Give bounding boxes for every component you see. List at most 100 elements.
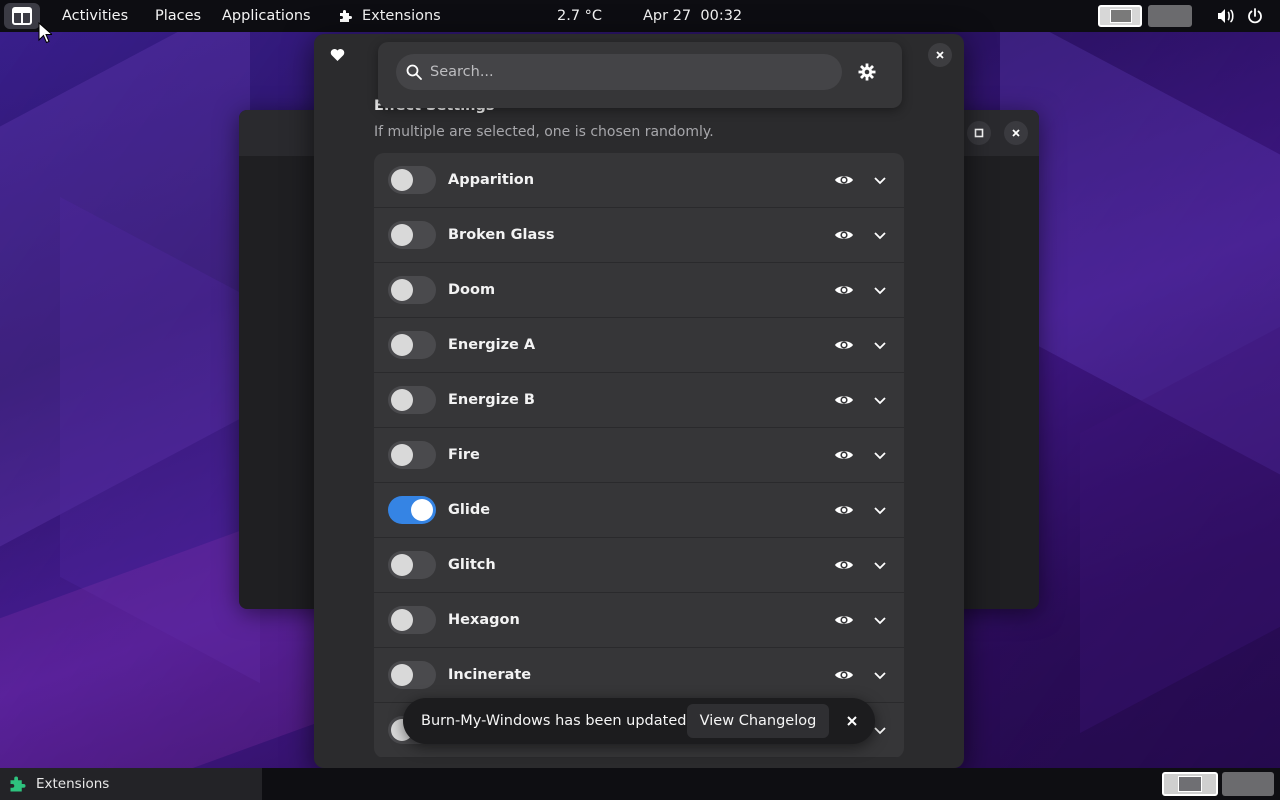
- view-changelog-button[interactable]: View Changelog: [687, 704, 829, 738]
- mouse-cursor-icon: [38, 22, 52, 44]
- effect-toggle[interactable]: [388, 496, 436, 524]
- taskbar-item-extensions[interactable]: Extensions: [0, 768, 262, 800]
- effect-toggle[interactable]: [388, 606, 436, 634]
- effect-row[interactable]: Energize A: [374, 318, 904, 373]
- eye-icon[interactable]: [834, 665, 854, 685]
- effect-label: Incinerate: [448, 667, 532, 683]
- bottom-panel: Extensions: [0, 768, 1280, 800]
- effect-toggle[interactable]: [388, 331, 436, 359]
- effect-row[interactable]: Apparition: [374, 153, 904, 208]
- toggle-knob: [391, 279, 413, 301]
- maximize-button[interactable]: [967, 121, 991, 145]
- effect-toggle[interactable]: [388, 441, 436, 469]
- search-icon: [406, 64, 422, 80]
- eye-icon[interactable]: [834, 610, 854, 630]
- workspace-2-indicator[interactable]: [1148, 5, 1192, 27]
- section-subtitle: If multiple are selected, one is chosen …: [374, 124, 714, 140]
- effect-toggle[interactable]: [388, 221, 436, 249]
- eye-icon[interactable]: [834, 170, 854, 190]
- effect-row[interactable]: Incinerate: [374, 648, 904, 703]
- top-bar: Activities Places Applications Extension…: [0, 0, 1280, 32]
- effect-toggle[interactable]: [388, 551, 436, 579]
- moon-icon: [536, 10, 542, 22]
- eye-icon[interactable]: [834, 500, 854, 520]
- effect-row[interactable]: Energize B: [374, 373, 904, 428]
- toggle-knob: [391, 609, 413, 631]
- eye-icon[interactable]: [834, 225, 854, 245]
- volume-icon[interactable]: [1217, 8, 1235, 24]
- effect-list: Apparition Broken Glass Doom Energize A Ener…: [374, 153, 904, 758]
- effect-row[interactable]: Glide: [374, 483, 904, 538]
- effect-label: Broken Glass: [448, 227, 555, 243]
- extensions-menu[interactable]: Extensions: [338, 0, 441, 32]
- close-button[interactable]: [1004, 121, 1028, 145]
- wallpaper-shape: [1000, 5, 1280, 475]
- toggle-knob: [391, 444, 413, 466]
- burn-my-windows-preferences-dialog: Effect Settings If multiple are selected…: [314, 34, 964, 768]
- eye-icon[interactable]: [834, 445, 854, 465]
- power-icon[interactable]: [1247, 8, 1263, 24]
- gear-icon[interactable]: [858, 63, 876, 81]
- toggle-knob: [391, 389, 413, 411]
- search-input[interactable]: [430, 64, 830, 80]
- effect-row[interactable]: Glitch: [374, 538, 904, 593]
- effect-row[interactable]: Broken Glass: [374, 208, 904, 263]
- chevron-down-icon[interactable]: [872, 502, 888, 518]
- effect-row[interactable]: Doom: [374, 263, 904, 318]
- wallpaper-shape: [60, 196, 260, 684]
- toggle-knob: [391, 169, 413, 191]
- effect-label: Doom: [448, 282, 496, 298]
- chevron-down-icon[interactable]: [872, 172, 888, 188]
- activities-button[interactable]: Activities: [62, 0, 128, 32]
- app-grid-icon: [12, 7, 32, 25]
- toast-message: Burn-My-Windows has been updated!: [421, 713, 693, 729]
- chevron-down-icon[interactable]: [872, 447, 888, 463]
- puzzle-icon: [340, 10, 352, 22]
- extensions-label: Extensions: [362, 8, 441, 24]
- effect-label: Glide: [448, 502, 491, 518]
- effect-toggle[interactable]: [388, 276, 436, 304]
- maximize-icon: [974, 128, 984, 138]
- workspace-2-thumbnail[interactable]: [1222, 772, 1274, 796]
- eye-icon[interactable]: [834, 390, 854, 410]
- eye-icon[interactable]: [834, 555, 854, 575]
- places-menu[interactable]: Places: [155, 0, 201, 32]
- chevron-down-icon[interactable]: [872, 667, 888, 683]
- chevron-down-icon[interactable]: [872, 337, 888, 353]
- taskbar-item-label: Extensions: [36, 776, 110, 792]
- chevron-down-icon[interactable]: [872, 227, 888, 243]
- weather-text: 2.7 °C: [557, 8, 603, 24]
- update-toast: Burn-My-Windows has been updated! View C…: [403, 698, 875, 744]
- dialog-close-button[interactable]: [928, 43, 952, 67]
- clock[interactable]: Apr 27 00:32: [643, 0, 742, 32]
- effect-toggle[interactable]: [388, 166, 436, 194]
- toggle-knob: [391, 334, 413, 356]
- chevron-down-icon[interactable]: [872, 392, 888, 408]
- effect-label: Hexagon: [448, 612, 520, 628]
- app-grid-button[interactable]: [4, 3, 40, 29]
- workspace-1-thumbnail[interactable]: [1162, 772, 1218, 796]
- search-popover: [378, 42, 902, 108]
- chevron-down-icon[interactable]: [872, 557, 888, 573]
- close-icon: [936, 51, 944, 59]
- toggle-knob: [391, 554, 413, 576]
- heart-icon[interactable]: [330, 48, 345, 62]
- applications-menu[interactable]: Applications: [222, 0, 311, 32]
- wallpaper-shape: [0, 0, 250, 547]
- chevron-down-icon[interactable]: [872, 612, 888, 628]
- close-icon[interactable]: [843, 712, 861, 730]
- eye-icon[interactable]: [834, 280, 854, 300]
- toggle-knob: [391, 664, 413, 686]
- search-field[interactable]: [396, 54, 842, 90]
- effect-label: Apparition: [448, 172, 535, 188]
- weather-indicator[interactable]: 2.7 °C: [534, 0, 602, 32]
- close-icon: [1012, 129, 1020, 137]
- effect-toggle[interactable]: [388, 386, 436, 414]
- effect-row[interactable]: Hexagon: [374, 593, 904, 648]
- workspace-1-indicator[interactable]: [1098, 5, 1142, 27]
- effect-row[interactable]: Fire: [374, 428, 904, 483]
- eye-icon[interactable]: [834, 335, 854, 355]
- effect-label: Glitch: [448, 557, 496, 573]
- chevron-down-icon[interactable]: [872, 282, 888, 298]
- effect-toggle[interactable]: [388, 661, 436, 689]
